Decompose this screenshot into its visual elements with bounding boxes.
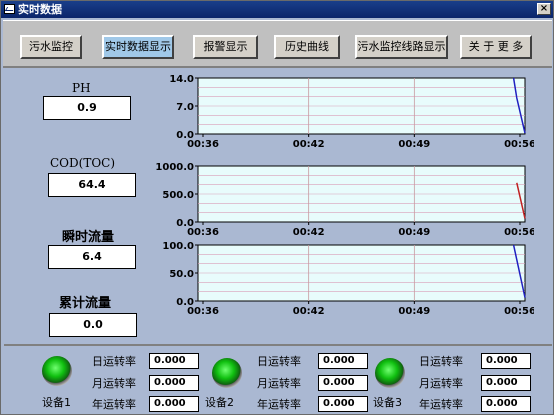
- y-tick-label: 50.0: [169, 269, 194, 280]
- x-tick-label: 00:49: [398, 139, 430, 150]
- x-tick-label: 00:36: [187, 227, 219, 238]
- device2-year-label: 年运转率: [257, 398, 301, 411]
- cod-label: COD(TOC): [50, 156, 116, 170]
- nav-button-sewage-monitor[interactable]: 污水监控: [20, 35, 82, 59]
- device2-month-label: 月运转率: [257, 377, 301, 390]
- realtime-panel: PH 0.9 COD(TOC) 64.4 瞬时流量 6.4 累计流量 0.0 1…: [4, 69, 552, 340]
- ph-chart: 14.07.00.000:36 00:42 00:49 00:56: [169, 74, 534, 150]
- window-title: 实时数据: [18, 3, 62, 16]
- device3-year-value: 0.000: [481, 396, 531, 412]
- nav-button-about-more[interactable]: 关 于 更 多: [460, 35, 532, 59]
- y-tick-label: 1000.0: [155, 162, 194, 173]
- device2-day-label: 日运转率: [257, 355, 301, 368]
- flow-chart: 100.050.00.000:36 00:42 00:49 00:56: [162, 241, 534, 317]
- device3-year-label: 年运转率: [419, 398, 463, 411]
- device1-name: 设备1: [42, 396, 71, 409]
- nav-button-history-curve[interactable]: 历史曲线: [274, 35, 340, 59]
- ph-label: PH: [72, 81, 91, 95]
- instant-flow-label: 瞬时流量: [62, 230, 115, 245]
- device1-status-light: [42, 356, 72, 386]
- nav-button-line-display[interactable]: 污水监控线路显示: [355, 35, 448, 59]
- close-button[interactable]: ×: [537, 3, 551, 15]
- y-tick-label: 500.0: [162, 190, 194, 201]
- device1-day-label: 日运转率: [92, 355, 136, 368]
- y-tick-label: 100.0: [162, 241, 194, 252]
- realtime-data-window: 实时数据 × 污水监控 实时数据显示 报警显示 历史曲线 污水监控线路显示 关 …: [0, 0, 554, 415]
- chart-window-icon: [4, 4, 15, 14]
- x-tick-label: 00:42: [293, 139, 325, 150]
- x-tick-label: 00:42: [293, 306, 325, 317]
- x-tick-label: 00:49: [398, 306, 430, 317]
- x-tick-label: 00:36: [187, 139, 219, 150]
- x-tick-label: 00:49: [398, 227, 430, 238]
- total-flow-label: 累计流量: [59, 296, 112, 311]
- device2-year-value: 0.000: [318, 396, 368, 412]
- device1-month-value: 0.000: [149, 375, 199, 391]
- x-tick-label: 00:56: [504, 227, 534, 238]
- device1-day-value: 0.000: [149, 353, 199, 369]
- device1-year-label: 年运转率: [92, 398, 136, 411]
- device3-day-label: 日运转率: [419, 355, 463, 368]
- title-bar[interactable]: 实时数据 ×: [1, 1, 553, 18]
- nav-button-realtime-data[interactable]: 实时数据显示: [102, 35, 174, 59]
- cod-value: 64.4: [48, 173, 136, 197]
- x-tick-label: 00:42: [293, 227, 325, 238]
- instant-flow-value: 6.4: [48, 245, 136, 269]
- device2-status-light: [212, 358, 242, 388]
- device2-day-value: 0.000: [318, 353, 368, 369]
- total-flow-value: 0.0: [49, 313, 137, 337]
- device3-month-value: 0.000: [481, 375, 531, 391]
- device3-status-light: [375, 358, 405, 388]
- x-tick-label: 00:36: [187, 306, 219, 317]
- device1-year-value: 0.000: [149, 396, 199, 412]
- cod-chart: 1000.0500.00.000:36 00:42 00:49 00:56: [155, 162, 534, 238]
- toolbar: 污水监控 实时数据显示 报警显示 历史曲线 污水监控线路显示 关 于 更 多: [3, 20, 552, 68]
- device3-day-value: 0.000: [481, 353, 531, 369]
- device2-name: 设备2: [205, 396, 234, 409]
- nav-button-alarm-display[interactable]: 报警显示: [193, 35, 258, 59]
- x-tick-label: 00:56: [504, 139, 534, 150]
- device1-month-label: 月运转率: [92, 377, 136, 390]
- x-tick-label: 00:56: [504, 306, 534, 317]
- ph-value: 0.9: [43, 96, 131, 120]
- device3-month-label: 月运转率: [419, 377, 463, 390]
- device2-month-value: 0.000: [318, 375, 368, 391]
- y-tick-label: 7.0: [176, 102, 194, 113]
- device3-name: 设备3: [373, 396, 402, 409]
- device-status-panel: 设备1 日运转率 0.000 月运转率 0.000 年运转率 0.000 设备2…: [4, 344, 552, 413]
- y-tick-label: 14.0: [169, 74, 194, 85]
